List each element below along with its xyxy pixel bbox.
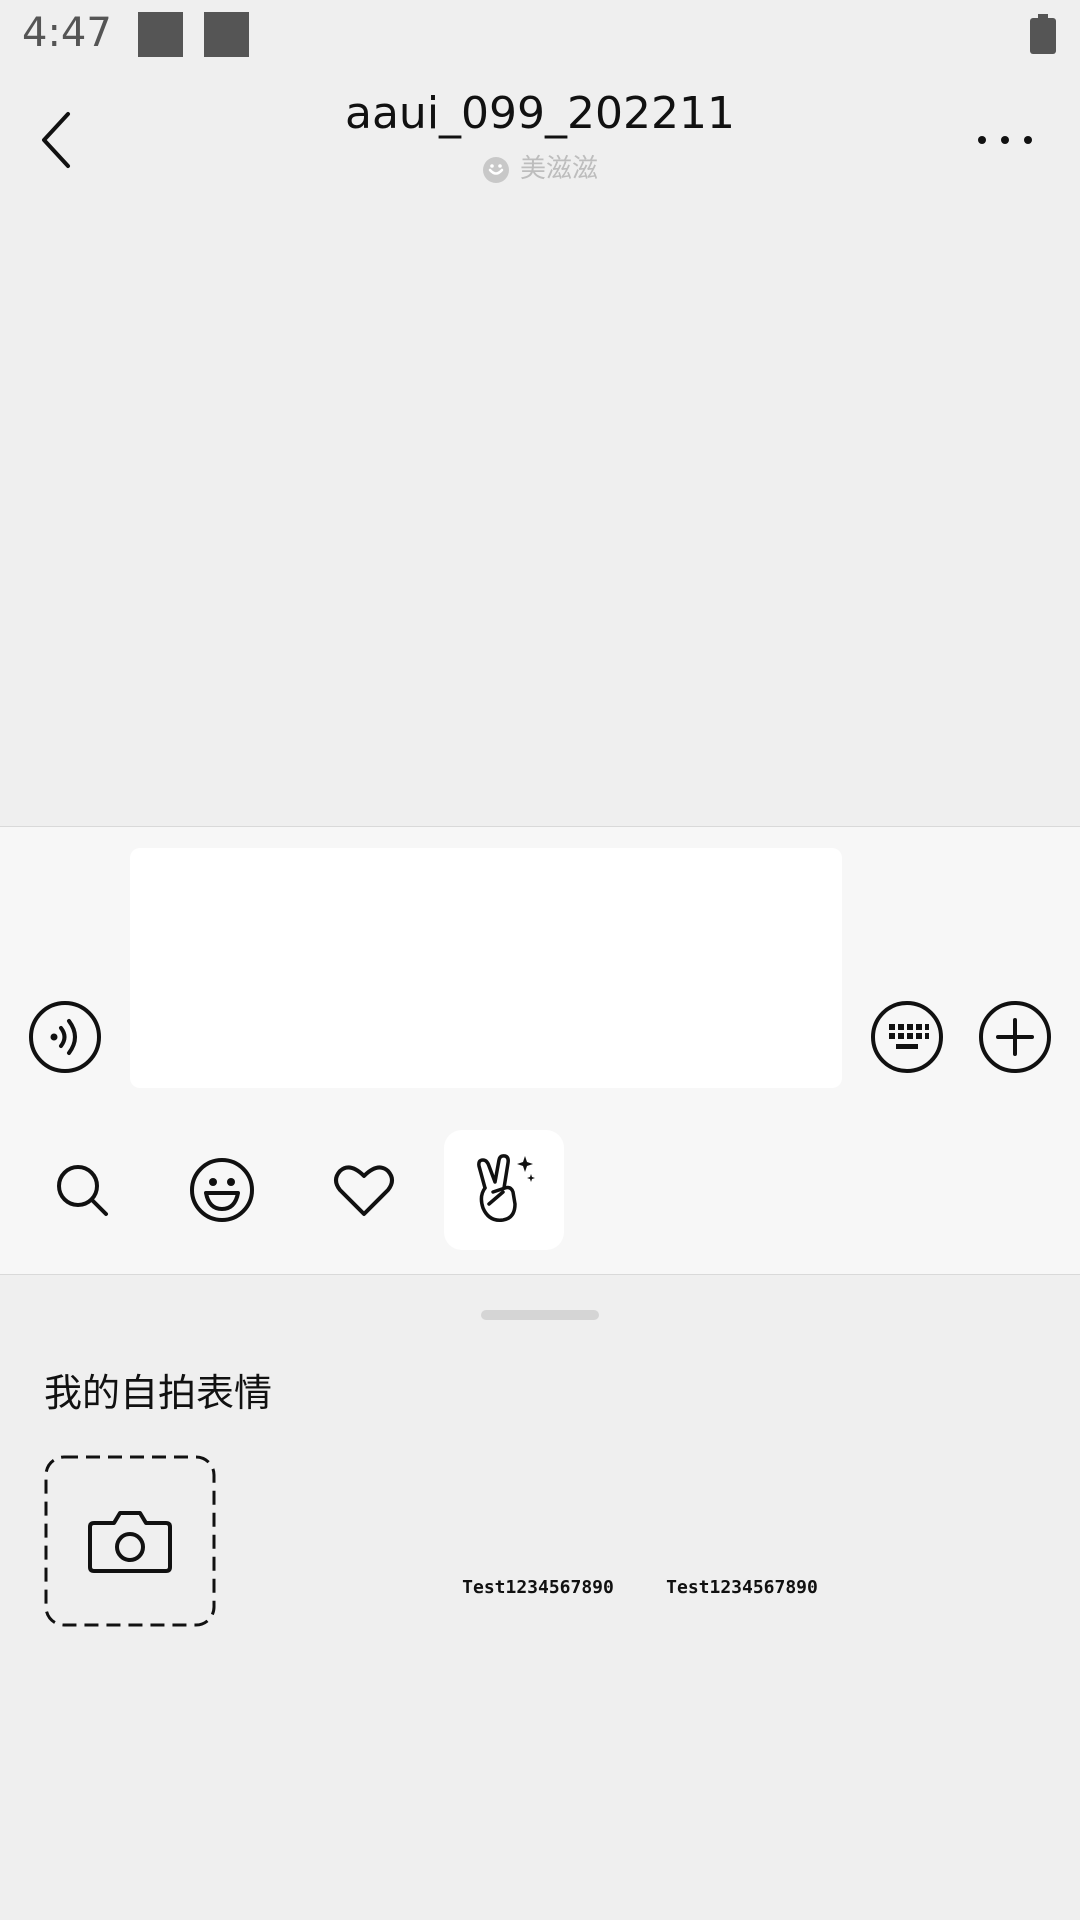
voice-icon[interactable]: [28, 1000, 102, 1074]
section-title: 我的自拍表情: [44, 1371, 273, 1415]
sticker-item[interactable]: Test1234567890: [458, 1578, 618, 1598]
tab-emoji[interactable]: [162, 1130, 282, 1250]
tab-favorites[interactable]: [304, 1130, 424, 1250]
search-icon: [57, 1165, 108, 1216]
status-notification-icon: [138, 12, 183, 57]
drag-handle[interactable]: [481, 1310, 599, 1320]
tab-search[interactable]: [22, 1130, 142, 1250]
tab-selfie-stickers[interactable]: [444, 1130, 564, 1250]
keyboard-icon[interactable]: [870, 1000, 944, 1074]
camera-icon: [88, 1511, 172, 1573]
selfie-sticker-icon: [477, 1154, 535, 1222]
subtitle-text: 美滋滋: [519, 154, 598, 184]
smiley-badge-icon: [482, 156, 509, 183]
chat-subtitle: 美滋滋: [0, 148, 1080, 185]
sticker-item[interactable]: Test1234567890: [662, 1578, 822, 1598]
battery-icon: [1030, 14, 1056, 54]
chat-title: aaui_099_202211: [345, 88, 735, 139]
message-input[interactable]: [130, 848, 842, 1088]
heart-icon: [334, 1165, 394, 1216]
status-time: 4:47: [22, 10, 112, 56]
status-notification-icon: [204, 12, 249, 57]
more-dots-icon[interactable]: [970, 120, 1040, 160]
plus-icon[interactable]: [978, 1000, 1052, 1074]
add-selfie-sticker-button[interactable]: [44, 1455, 216, 1627]
emoji-icon: [190, 1158, 254, 1222]
